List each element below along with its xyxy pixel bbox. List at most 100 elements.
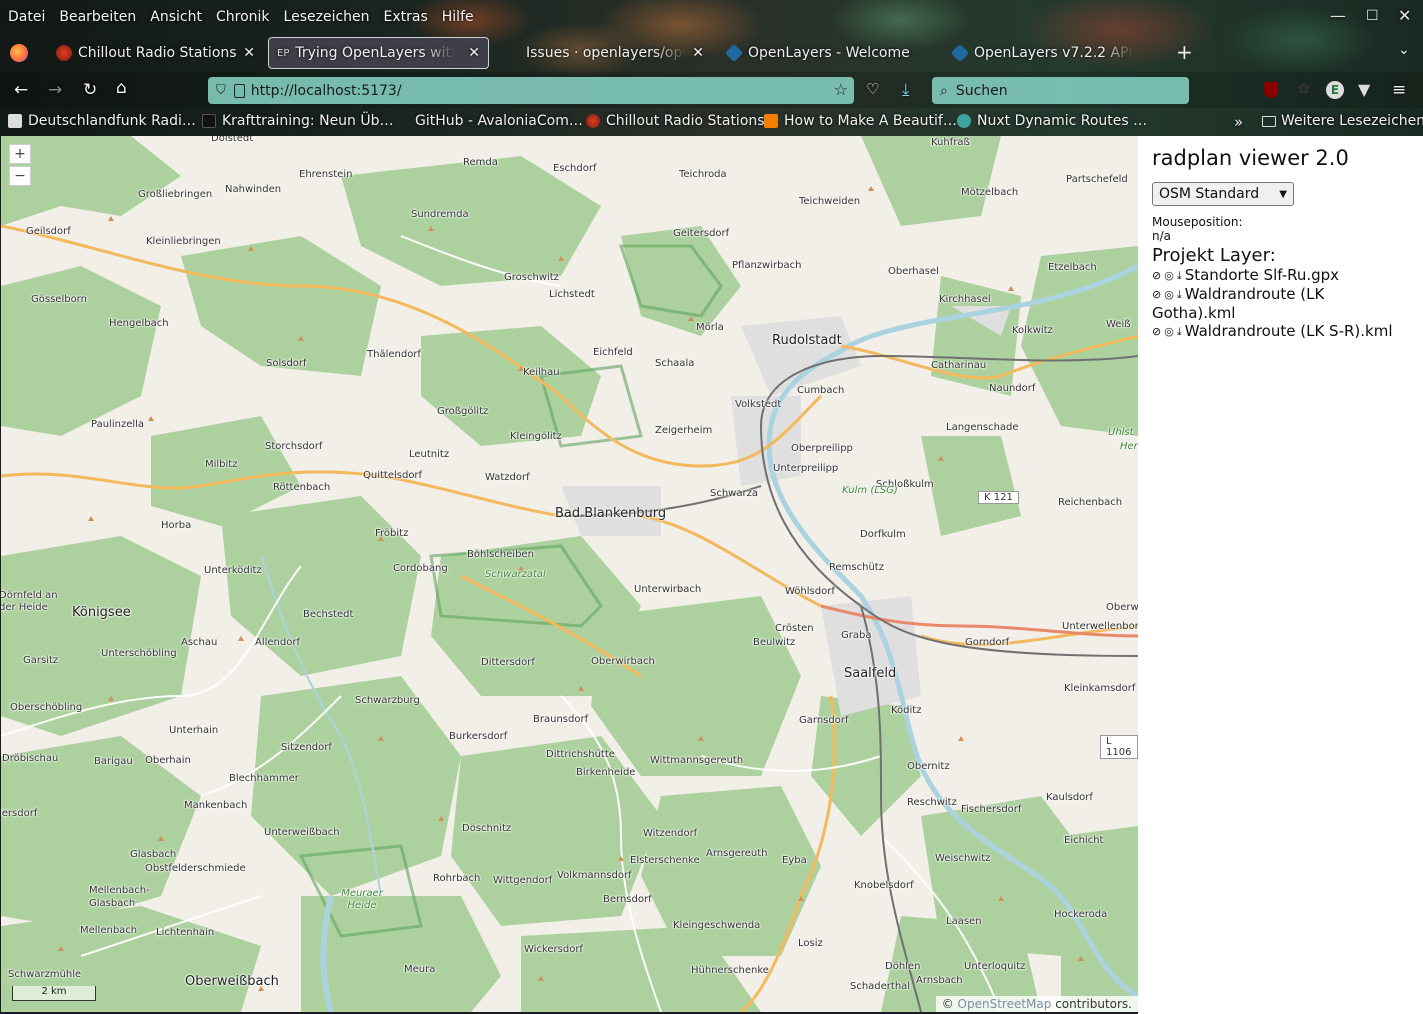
place-label: lersdorf [1,808,38,819]
place-label: Oberschöbling [10,702,83,713]
ublock-icon[interactable] [1264,82,1278,98]
vue-devtools-icon[interactable]: ▼ [1358,80,1370,99]
bookmark-weitere[interactable]: Weitere Lesezeichen [1262,113,1423,129]
download-icon[interactable]: ⤓ [1177,267,1182,285]
place-label: Wittmannsgereuth [650,755,744,766]
search-placeholder[interactable]: Suchen [956,83,1008,99]
bookmark-star-icon[interactable]: ☆ [834,80,848,99]
locate-icon[interactable]: ◎ [1164,323,1174,341]
place-label: Teichweiden [799,196,861,207]
tab-issues-openlayers[interactable]: Issues · openlayers/ope ✕ [496,37,712,69]
place-label: Witzendorf [643,828,698,839]
forward-icon[interactable]: → [48,80,62,100]
place-label: Nahwinden [225,184,282,195]
copyright-symbol: © [941,997,954,1011]
maximize-icon[interactable]: ☐ [1366,8,1379,24]
zoom-out-button[interactable]: − [9,166,31,186]
place-label: Birkenheide [576,767,636,778]
bookmark-deutschlandfunk[interactable]: Deutschlandfunk Radi… [8,113,196,129]
visibility-off-icon[interactable]: ⊘ [1152,286,1161,304]
place-label: Watzdorf [485,472,530,483]
download-icon[interactable]: ⤓ [1177,323,1182,341]
extension-icon[interactable]: ✿ [1298,81,1310,97]
page-info-icon[interactable] [233,83,245,98]
place-label: Obernitz [907,761,950,772]
place-label: Braunsdorf [533,714,589,725]
bookmark-github-avalonia[interactable]: GitHub - AvaloniaCom… [395,113,583,129]
bookmark-label: Chillout Radio Stations [606,113,765,129]
map-viewport[interactable]: Dolstedt Remda Eschdorf Teichroda Kuhfra… [1,136,1138,1012]
doc-favicon-icon [8,114,22,128]
osm-link[interactable]: OpenStreetMap [958,997,1052,1011]
place-label: Knobelsdorf [854,880,914,891]
tab-list-icon[interactable]: ⌄ [1398,42,1410,58]
home-icon[interactable]: ⌂ [116,78,127,98]
place-label: Kaulsdorf [1046,792,1093,803]
locate-icon[interactable]: ◎ [1164,267,1174,285]
pocket-icon[interactable]: ♡ [866,80,879,98]
shield-icon[interactable]: ⛉ [216,83,226,98]
menu-ansicht[interactable]: Ansicht [150,9,202,25]
layer-item: ⊘ ◎ ⤓ Standorte Slf-Ru.gpx [1152,266,1409,285]
place-label: Wöhlsdorf [785,586,835,597]
base-layer-select[interactable]: OSM Standard ▼ [1152,182,1294,206]
back-icon[interactable]: ← [14,80,28,100]
place-label: Dorfkulm [860,529,906,540]
download-icon[interactable]: ⤓ [1177,286,1182,304]
place-label: Kirchhasel [939,294,991,305]
menu-bearbeiten[interactable]: Bearbeiten [59,9,136,25]
place-label: Bernsdorf [603,894,652,905]
bookmarks-overflow-icon[interactable]: » [1234,113,1243,131]
menu-chronik[interactable]: Chronik [216,9,270,25]
menu-lesezeichen[interactable]: Lesezeichen [284,9,370,25]
zoom-in-button[interactable]: + [9,144,31,164]
window-close-icon[interactable]: ✕ [1398,6,1411,25]
place-label: Volkmannsdorf [557,870,632,881]
road-shield: L 1106 [1100,735,1138,759]
visibility-off-icon[interactable]: ⊘ [1152,323,1161,341]
bookmark-chillout[interactable]: Chillout Radio Stations [586,113,765,129]
place-label: Oberweißbach [185,974,279,989]
account-e-icon[interactable]: E [1326,81,1344,99]
visibility-off-icon[interactable]: ⊘ [1152,267,1161,285]
tab-chillout-radio[interactable]: Chillout Radio Stations ✕ [48,37,263,69]
place-label: Gösselborn [31,294,87,305]
downloads-icon[interactable]: ⤓ [902,80,910,100]
place-label: Dittersdorf [481,657,535,668]
place-label: Groschwitz [504,272,559,283]
tab-openlayers-welcome[interactable]: OpenLayers - Welcome [718,37,934,69]
place-label: Quittelsdorf [363,470,423,481]
place-label: Unterschöbling [101,648,177,659]
place-label: Großgölitz [437,406,489,417]
place-label: Dröbischau [2,753,59,764]
menu-hilfe[interactable]: Hilfe [442,9,474,25]
tab-trying-openlayers[interactable]: EP Trying OpenLayers with ✕ [268,37,489,69]
place-label: Etzelbach [1048,262,1097,273]
hamburger-menu-icon[interactable]: ≡ [1392,80,1406,100]
firefox-logo-icon[interactable] [10,44,28,62]
url-bar[interactable]: ⛉ http://localhost:5173/ ☆ [208,77,854,104]
place-label: Eichfeld [593,347,633,358]
url-text[interactable]: http://localhost:5173/ [251,83,402,99]
tab-openlayers-api[interactable]: OpenLayers v7.2.2 API - [944,37,1159,69]
bookmarks-toolbar: Deutschlandfunk Radi… Krafttraining: Neu… [0,108,1423,136]
tab-close-icon[interactable]: ✕ [243,45,255,61]
menu-datei[interactable]: Datei [8,9,45,25]
locate-icon[interactable]: ◎ [1164,286,1174,304]
navbar: ← → ↻ ⌂ ⛉ http://localhost:5173/ ☆ ♡ ⤓ ⌕… [0,72,1423,108]
tab-close-icon[interactable]: ✕ [468,45,480,61]
bookmark-blogger[interactable]: How to Make A Beautif… [764,113,957,129]
place-label: Remschütz [829,562,884,573]
search-bar[interactable]: ⌕ Suchen [932,77,1189,104]
new-tab-icon[interactable]: + [1176,40,1193,64]
place-label: Mellenbach [80,925,138,936]
tab-close-icon[interactable]: ✕ [692,45,704,61]
place-label: Mörla [696,322,724,333]
bookmark-nuxt[interactable]: Nuxt Dynamic Routes … [957,113,1147,129]
reload-icon[interactable]: ↻ [83,80,97,100]
place-label: Oberhain [145,755,191,766]
minimize-icon[interactable]: — [1330,6,1346,25]
bookmark-krafttraining[interactable]: Krafttraining: Neun Üb… [202,113,394,129]
place-label: Dittrichshütte [546,749,615,760]
menu-extras[interactable]: Extras [384,9,428,25]
